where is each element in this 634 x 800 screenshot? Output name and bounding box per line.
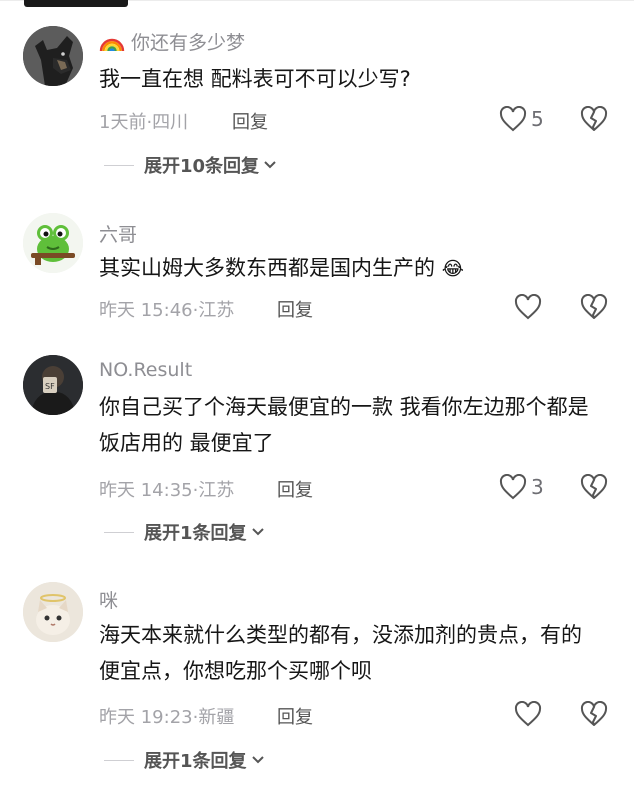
expand-replies-button[interactable]: 展开1条回复 <box>104 747 265 773</box>
broken-heart-icon <box>580 473 608 499</box>
avatar[interactable]: SF <box>23 355 83 415</box>
heart-icon <box>514 294 542 320</box>
chevron-down-icon <box>251 756 264 764</box>
heart-icon <box>499 474 527 500</box>
reply-button[interactable]: 回复 <box>232 108 268 134</box>
comment-username[interactable]: 你还有多少梦 <box>99 28 245 55</box>
like-button[interactable]: 3 <box>499 474 544 500</box>
dislike-button[interactable] <box>580 473 608 504</box>
reply-button[interactable]: 回复 <box>277 476 313 502</box>
like-button[interactable] <box>514 701 542 727</box>
expand-replies-label: 展开10条回复 <box>144 156 260 177</box>
comment-text-body: 其实山姆大多数东西都是国内生产的 <box>99 256 435 280</box>
comment-meta: 昨天 19:23·新疆 <box>99 707 235 728</box>
comment-username[interactable]: 六哥 <box>99 220 137 247</box>
expand-replies-label: 展开1条回复 <box>144 751 247 772</box>
chevron-down-icon <box>264 161 276 169</box>
dislike-button[interactable] <box>580 293 608 324</box>
broken-heart-icon <box>580 293 608 319</box>
cat-avatar-icon <box>23 582 83 642</box>
divider-line <box>104 531 134 533</box>
heart-icon <box>514 701 542 727</box>
reply-button[interactable]: 回复 <box>277 296 313 322</box>
chevron-down-icon <box>251 528 264 536</box>
svg-text:SF: SF <box>45 382 55 391</box>
like-button[interactable] <box>514 294 542 320</box>
comment-meta: 昨天 14:35·江苏 <box>99 480 235 501</box>
dislike-button[interactable] <box>580 105 608 136</box>
comment-text: 海天本来就什么类型的都有，没添加剂的贵点，有的便宜点，你想吃那个买哪个呗 <box>99 623 582 683</box>
heart-icon <box>499 106 527 132</box>
broken-heart-icon <box>580 700 608 726</box>
avatar[interactable] <box>23 213 83 273</box>
rainbow-icon <box>99 32 131 54</box>
divider-line <box>104 164 134 166</box>
expand-replies-label: 展开1条回复 <box>144 523 247 544</box>
expand-replies-button[interactable]: 展开10条回复 <box>104 152 277 178</box>
like-count: 5 <box>531 107 544 131</box>
dislike-button[interactable] <box>580 700 608 731</box>
comment-username[interactable]: 咪 <box>99 586 118 613</box>
dog-avatar-icon <box>23 26 83 86</box>
top-tab-indicator <box>24 0 128 7</box>
like-button[interactable]: 5 <box>499 106 544 132</box>
divider-line <box>104 759 134 761</box>
reply-button[interactable]: 回复 <box>277 703 313 729</box>
like-count: 3 <box>531 475 544 499</box>
comment-meta: 昨天 15:46·江苏 <box>99 300 235 321</box>
comment-text: 其实山姆大多数东西都是国内生产的 😂 <box>99 250 609 287</box>
person-avatar-icon: SF <box>23 355 83 415</box>
comment-meta: 1天前·四川 <box>99 112 189 133</box>
avatar[interactable] <box>23 582 83 642</box>
laughing-emoji: 😂 <box>441 258 464 280</box>
comment-username[interactable]: NO.Result <box>99 359 192 381</box>
username-text: 你还有多少梦 <box>131 32 246 54</box>
broken-heart-icon <box>580 105 608 131</box>
comment-text: 你自己买了个海天最便宜的一款 我看你左边那个都是饭店用的 最便宜了 <box>99 395 589 455</box>
expand-replies-button[interactable]: 展开1条回复 <box>104 519 265 545</box>
comment-text: 我一直在想 配料表可不可以少写? <box>99 67 411 91</box>
avatar[interactable] <box>23 26 83 86</box>
frog-avatar-icon <box>23 213 83 273</box>
